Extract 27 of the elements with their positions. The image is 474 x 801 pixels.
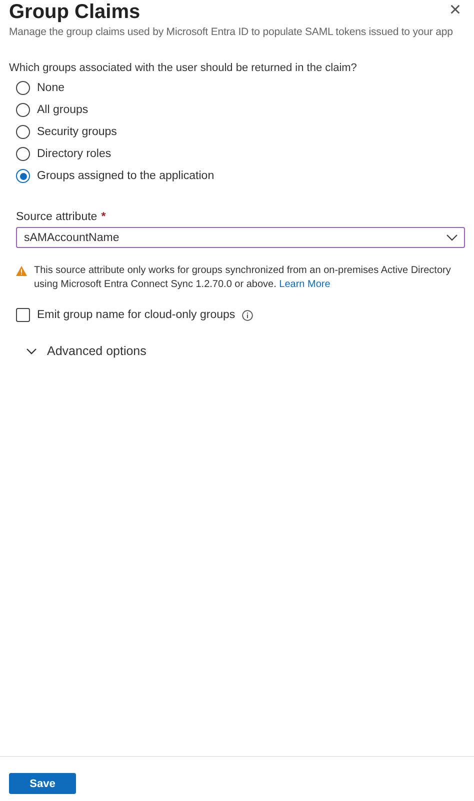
- checkbox[interactable]: [16, 308, 30, 322]
- panel-title: Group Claims: [9, 0, 140, 24]
- radio-label[interactable]: Security groups: [37, 126, 117, 138]
- chevron-down-icon: [26, 348, 37, 354]
- radio-button[interactable]: [16, 103, 30, 117]
- radio-label[interactable]: Directory roles: [37, 148, 112, 160]
- warning-icon: [16, 266, 27, 276]
- save-button[interactable]: Save: [9, 773, 76, 794]
- field-label: Source attribute: [16, 211, 98, 223]
- radio-button[interactable]: [16, 81, 30, 95]
- advanced-options-toggle[interactable]: Advanced options: [26, 344, 146, 358]
- radio-label[interactable]: All groups: [37, 104, 88, 116]
- radio-button[interactable]: [16, 169, 30, 183]
- radio-button[interactable]: [16, 125, 30, 139]
- required-mark: *: [101, 211, 106, 223]
- radio-label[interactable]: None: [37, 82, 64, 94]
- learn-more-link[interactable]: Learn More: [279, 279, 330, 290]
- info-icon: [242, 310, 254, 320]
- radio-label[interactable]: Groups assigned to the application: [37, 170, 214, 182]
- radio-button[interactable]: [16, 147, 30, 161]
- warning-text: This source attribute only works for groups synchronized from an on-premises Active Directory using Microsoft Entra Connect Sync 1.2.70.0 or above. Learn More: [34, 264, 452, 292]
- chevron-down-icon: [446, 234, 458, 241]
- source-attribute-dropdown[interactable]: sAMAccountName: [16, 227, 465, 248]
- checkbox-label[interactable]: Emit group name for cloud-only groups: [37, 309, 236, 321]
- close-button[interactable]: ×: [445, 0, 465, 21]
- question-label: Which groups associated with the user should be returned in the claim?: [9, 62, 358, 74]
- panel-subtitle: Manage the group claims used by Microsoft Entra ID to populate SAML tokens issued to your app: [9, 26, 454, 38]
